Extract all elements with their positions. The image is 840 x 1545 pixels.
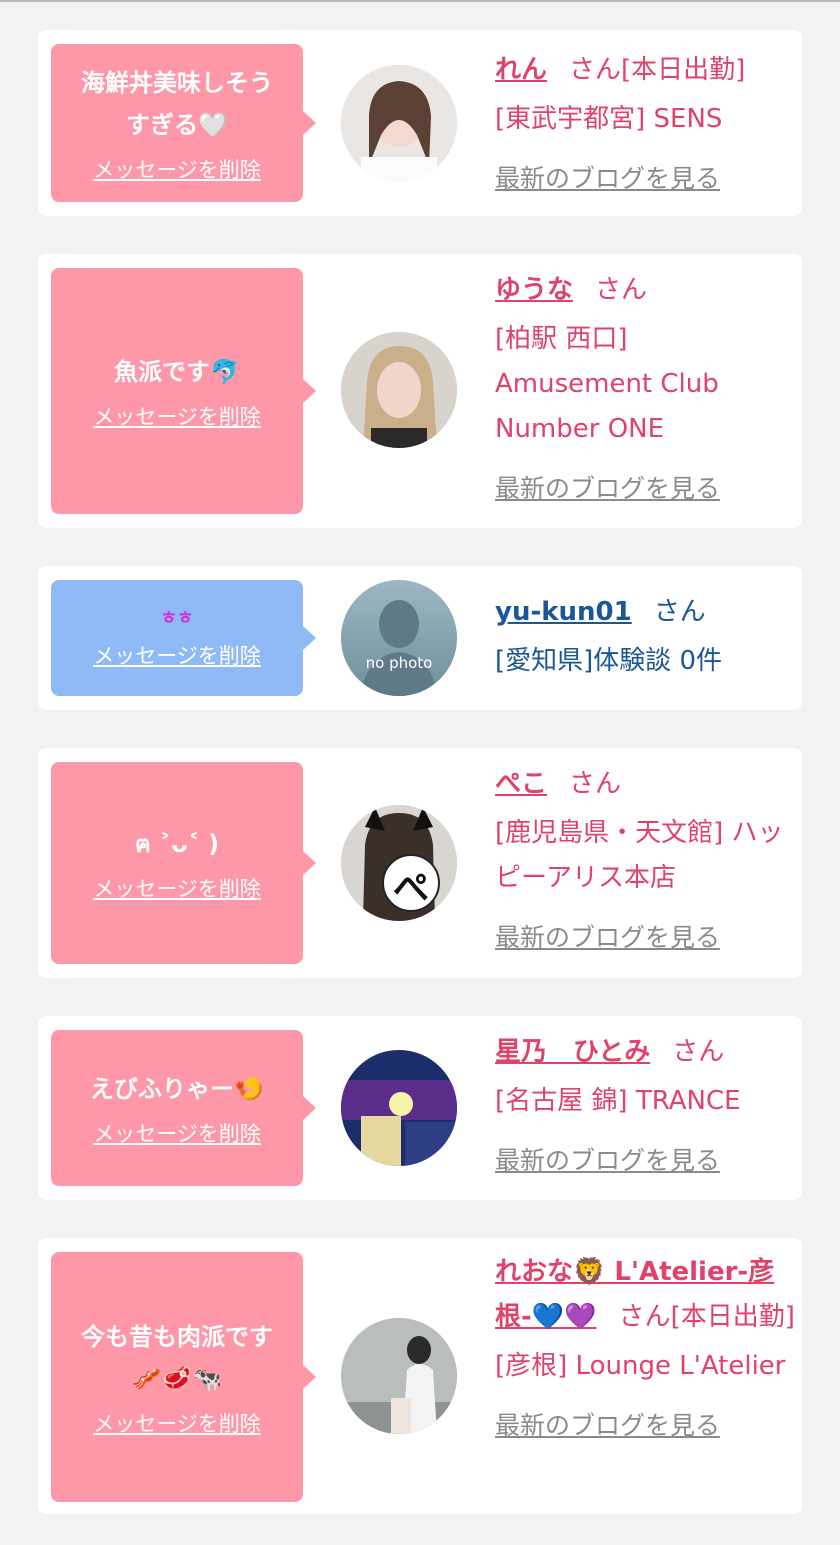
honorific: さん — [595, 275, 648, 305]
avatar[interactable]: ぺ — [341, 805, 457, 921]
avatar[interactable] — [341, 1050, 457, 1166]
message-text: 今も昔も肉派です🥓🥩🐄 — [81, 1323, 273, 1393]
latest-blog-link[interactable]: 最新のブログを見る — [495, 1403, 720, 1448]
shop-info: [愛知県]体験談 0件 — [495, 646, 723, 676]
delete-message-link[interactable]: メッセージを削除 — [93, 1408, 261, 1438]
avatar[interactable] — [341, 65, 457, 181]
user-info: ぺこ さん [鹿児島県・天文館] ハッピーアリス本店 最新のブログを見る — [495, 762, 795, 961]
latest-blog-link[interactable]: 最新のブログを見る — [495, 915, 720, 960]
honorific: さん — [672, 1037, 725, 1067]
shop-info: [鹿児島県・天文館] ハッピーアリス本店 — [495, 818, 784, 893]
status-badge: [本日出勤] — [621, 55, 746, 85]
message-text: ㅎㅎ — [160, 608, 194, 629]
delete-message-link[interactable]: メッセージを削除 — [93, 1118, 261, 1148]
user-name-link[interactable]: 星乃 ひとみ — [495, 1037, 650, 1067]
user-info: ゆうな さん [柏駅 西口] Amusement Club Number ONE … — [495, 268, 795, 512]
honorific: さん — [569, 769, 622, 799]
latest-blog-link[interactable]: 最新のブログを見る — [495, 1138, 720, 1183]
message-bubble: 魚派です🐬 メッセージを削除 — [51, 268, 316, 514]
latest-blog-link[interactable]: 最新のブログを見る — [495, 466, 720, 511]
avatar[interactable]: no photo — [341, 580, 457, 696]
shop-info: [名古屋 錦] TRANCE — [495, 1086, 741, 1116]
honorific: さん — [618, 1302, 671, 1332]
message-bubble: 海鮮丼美味しそうすぎる🤍 メッセージを削除 — [51, 44, 316, 202]
delete-message-link[interactable]: メッセージを削除 — [93, 640, 261, 670]
user-info: れん さん[本日出勤] [東武宇都宮] SENS 最新のブログを見る — [495, 48, 795, 202]
message-bubble: 今も昔も肉派です🥓🥩🐄 メッセージを削除 — [51, 1252, 316, 1502]
user-name-link[interactable]: ぺこ — [495, 769, 547, 799]
honorific: さん — [653, 597, 706, 627]
message-card: 今も昔も肉派です🥓🥩🐄 メッセージを削除 れおな🦁 L'Atelier-彦根-💙… — [38, 1238, 802, 1514]
message-card: ㅎㅎ メッセージを削除 no photo yu-kun01 さん [愛知県]体験談… — [38, 566, 802, 710]
message-card: 海鮮丼美味しそうすぎる🤍 メッセージを削除 れん さん[本日出勤] [東武宇都宮]… — [38, 30, 802, 216]
user-info: れおな🦁 L'Atelier-彦根-💙💜 さん[本日出勤] [彦根] Lounge… — [495, 1250, 795, 1449]
shop-info: [東武宇都宮] SENS — [495, 104, 723, 134]
message-card: えびふりゃー🍤 メッセージを削除 星乃 ひとみ さん [名古屋 錦] TRANCE… — [38, 1016, 802, 1200]
shop-info: [柏駅 西口] Amusement Club Number ONE — [495, 324, 719, 444]
delete-message-link[interactable]: メッセージを削除 — [93, 401, 261, 431]
delete-message-link[interactable]: メッセージを削除 — [93, 154, 261, 184]
user-info: 星乃 ひとみ さん [名古屋 錦] TRANCE 最新のブログを見る — [495, 1030, 795, 1184]
delete-message-link[interactable]: メッセージを削除 — [93, 873, 261, 903]
avatar[interactable] — [341, 1318, 457, 1434]
no-photo-label: no photo — [365, 654, 433, 672]
message-card: 魚派です🐬 メッセージを削除 ゆうな さん [柏駅 西口] Amusement C… — [38, 254, 802, 528]
message-bubble: えびふりゃー🍤 メッセージを削除 — [51, 1030, 316, 1186]
status-badge: [本日出勤] — [670, 1302, 795, 1332]
message-text: 魚派です🐬 — [114, 358, 240, 386]
latest-blog-link[interactable]: 最新のブログを見る — [495, 156, 720, 201]
message-text: ฅ ˃ᴗ˂ ) — [134, 830, 220, 858]
message-bubble: ㅎㅎ メッセージを削除 — [51, 580, 316, 696]
avatar-sticker-text: ぺ — [392, 868, 429, 909]
user-name-link[interactable]: yu-kun01 — [495, 597, 632, 627]
user-name-link[interactable]: れん — [495, 55, 547, 85]
honorific: さん — [569, 55, 622, 85]
user-info: yu-kun01 さん [愛知県]体験談 0件 — [495, 590, 795, 684]
message-bubble: ฅ ˃ᴗ˂ ) メッセージを削除 — [51, 762, 316, 964]
message-text: 海鮮丼美味しそうすぎる🤍 — [81, 69, 273, 139]
user-name-link[interactable]: ゆうな — [495, 275, 573, 305]
message-text: えびふりゃー🍤 — [90, 1075, 264, 1103]
message-card: ฅ ˃ᴗ˂ ) メッセージを削除 ぺ ぺこ さん [鹿児島県・天文館] ハッピーア… — [38, 748, 802, 978]
avatar[interactable] — [341, 332, 457, 448]
shop-info: [彦根] Lounge L'Atelier — [495, 1351, 786, 1381]
